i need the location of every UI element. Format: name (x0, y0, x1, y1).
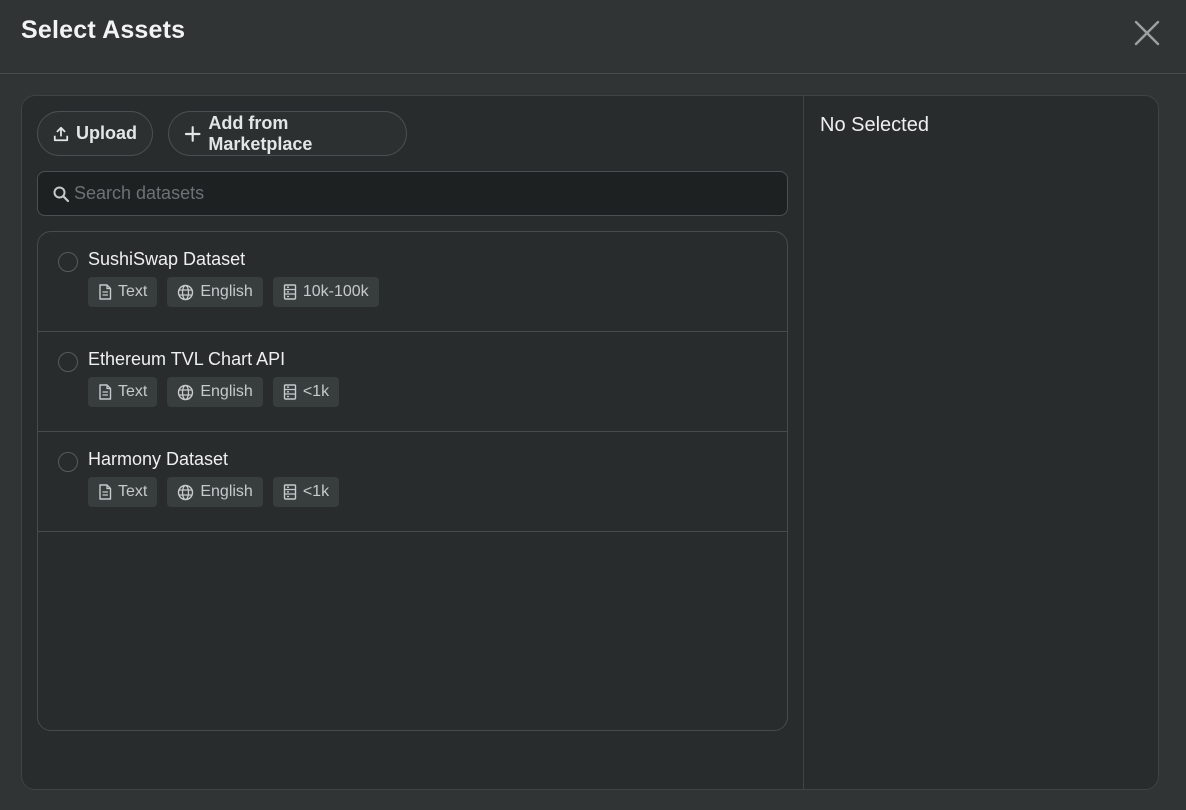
plus-icon (184, 125, 201, 142)
select-radio[interactable] (58, 252, 78, 272)
list-item[interactable]: Harmony Dataset Text English <1k (38, 432, 787, 532)
upload-icon (53, 126, 69, 141)
language-tag-label: English (200, 283, 253, 300)
size-tag-label: 10k-100k (302, 283, 369, 300)
dataset-tags: Text English 10k-100k (88, 277, 379, 307)
select-radio[interactable] (58, 452, 78, 472)
language-tag-label: English (200, 483, 253, 500)
select-radio[interactable] (58, 352, 78, 372)
upload-label: Upload (76, 123, 137, 143)
document-icon (99, 484, 112, 500)
language-tag: English (167, 377, 263, 407)
database-icon (283, 384, 297, 400)
size-tag-label: <1k (302, 483, 330, 500)
close-button[interactable] (1130, 16, 1164, 50)
dataset-list: SushiSwap Dataset Text English 10k-100k … (37, 231, 788, 731)
dataset-name: Ethereum TVL Chart API (88, 349, 286, 369)
selection-pane: No Selected (803, 96, 1158, 789)
document-icon (99, 384, 112, 400)
globe-icon (178, 484, 194, 500)
globe-icon (178, 384, 194, 400)
language-tag: English (167, 277, 263, 307)
assets-panel: Upload Add from Marketplace SushiSwap Da… (21, 95, 1159, 790)
add-from-marketplace-label: Add from Marketplace (208, 112, 313, 154)
dataset-tags: Text English <1k (88, 377, 340, 407)
type-tag-label: Text (118, 283, 148, 300)
globe-icon (178, 284, 194, 300)
size-tag-label: <1k (302, 383, 330, 400)
size-tag: <1k (272, 377, 340, 407)
language-tag: English (167, 477, 263, 507)
size-tag: <1k (272, 477, 340, 507)
search-input[interactable] (74, 172, 774, 215)
language-tag-label: English (200, 383, 253, 400)
type-tag: Text (88, 477, 158, 507)
dataset-name: Harmony Dataset (88, 449, 229, 469)
add-from-marketplace-button[interactable]: Add from Marketplace (168, 111, 407, 156)
type-tag-label: Text (118, 483, 148, 500)
document-icon (99, 284, 112, 300)
type-tag: Text (88, 277, 158, 307)
dataset-tags: Text English <1k (88, 477, 340, 507)
list-item[interactable]: SushiSwap Dataset Text English 10k-100k (38, 232, 787, 332)
no-selected-label: No Selected (820, 114, 929, 136)
type-tag: Text (88, 377, 158, 407)
type-tag-label: Text (118, 383, 148, 400)
size-tag: 10k-100k (272, 277, 379, 307)
database-icon (283, 284, 297, 300)
search-icon (53, 186, 70, 203)
database-icon (283, 484, 297, 500)
search-box (37, 171, 788, 216)
upload-button[interactable]: Upload (37, 111, 153, 156)
dataset-name: SushiSwap Dataset (88, 249, 246, 269)
dialog-title: Select Assets (21, 16, 186, 44)
dialog-header: Select Assets (0, 0, 1186, 74)
list-item[interactable]: Ethereum TVL Chart API Text English <1k (38, 332, 787, 432)
close-icon (1134, 20, 1160, 46)
